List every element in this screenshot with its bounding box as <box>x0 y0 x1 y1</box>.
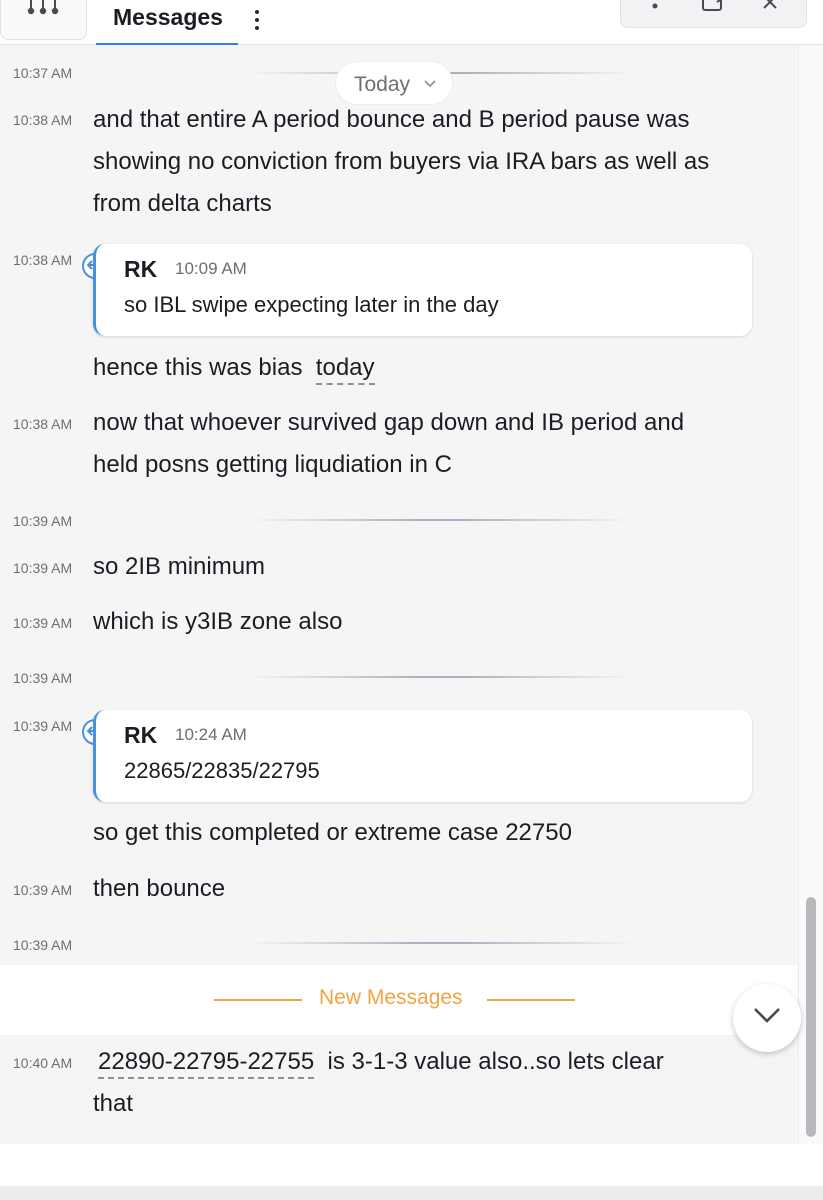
message-time: 10:38 AM <box>13 252 73 268</box>
message-time: 10:37 AM <box>13 65 73 81</box>
message-text: then bounce <box>93 875 226 902</box>
quote-text: 22865/22835/22795 <box>124 758 320 783</box>
chevron-down-icon <box>424 80 436 88</box>
quote-time: 10:24 AM <box>175 725 247 744</box>
kebab-menu-icon[interactable] <box>250 8 264 32</box>
footer-bar <box>0 1186 823 1200</box>
divider-line-left <box>214 999 302 1001</box>
message-text: and that entire A period bounce and B pe… <box>93 106 690 133</box>
scroll-to-bottom-button[interactable] <box>733 984 801 1052</box>
message-text: 22890-22795-22755 is 3-1-3 value also..s… <box>98 1041 664 1083</box>
tab-messages-label: Messages <box>113 4 223 30</box>
top-header: Messages <box>0 0 823 46</box>
message-time: 10:38 AM <box>13 112 73 128</box>
message-time: 10:39 AM <box>13 937 73 953</box>
message-time: 10:39 AM <box>13 670 73 686</box>
close-icon[interactable] <box>761 0 783 12</box>
quote-author: RK <box>124 256 158 282</box>
message-text: so 2IB minimum <box>93 553 266 580</box>
message-time: 10:38 AM <box>13 416 73 432</box>
message-time: 10:39 AM <box>13 615 73 631</box>
quote-author: RK <box>124 722 158 748</box>
quote-text: so IBL swipe expecting later in the day <box>124 292 499 317</box>
apps-dots-icon <box>27 0 59 15</box>
tab-messages[interactable]: Messages <box>96 0 238 46</box>
message-time: 10:39 AM <box>13 882 73 898</box>
separator-line <box>248 519 634 521</box>
quoted-message[interactable]: RK 10:09 AM so IBL swipe expecting later… <box>93 244 752 336</box>
scrollbar-thumb[interactable] <box>806 897 816 1137</box>
message-time: 10:40 AM <box>13 1055 73 1071</box>
message-text: held posns getting liqudiation in C <box>93 451 452 478</box>
message-time: 10:39 AM <box>13 718 73 734</box>
message-text: from delta charts <box>93 190 272 217</box>
message-text-segment: hence this was bias <box>93 354 303 381</box>
message-text: hence this was bias today <box>93 347 375 389</box>
message-time: 10:39 AM <box>13 513 73 529</box>
separator-line <box>248 676 634 678</box>
quote-time: 10:09 AM <box>175 259 247 278</box>
scrollbar-track[interactable] <box>798 45 823 1144</box>
message-text-segment: is 3-1-3 value also..so lets clear <box>327 1048 664 1075</box>
separator-line <box>248 942 634 944</box>
window-controls <box>620 0 807 28</box>
quoted-message[interactable]: RK 10:24 AM 22865/22835/22795 <box>93 710 752 802</box>
popout-icon[interactable] <box>701 0 727 14</box>
chevron-down-icon <box>754 1008 780 1023</box>
new-messages-label: New Messages <box>319 986 463 1009</box>
date-link[interactable]: today <box>315 354 375 385</box>
message-list: 10:37 AM Today 10:38 AM and that entire … <box>0 45 798 1144</box>
message-time: 10:39 AM <box>13 560 73 576</box>
date-pill-label: Today <box>354 73 411 96</box>
apps-button[interactable] <box>0 0 87 40</box>
message-text: that <box>93 1090 134 1117</box>
message-text: which is y3IB zone also <box>93 608 343 635</box>
more-icon[interactable] <box>647 0 663 12</box>
message-text: so get this completed or extreme case 22… <box>93 819 572 846</box>
new-messages-divider: New Messages <box>0 965 798 1035</box>
message-text: now that whoever survived gap down and I… <box>93 409 685 436</box>
message-text: showing no conviction from buyers via IR… <box>93 148 710 175</box>
number-link[interactable]: 22890-22795-22755 <box>98 1048 315 1079</box>
divider-line-right <box>487 999 575 1001</box>
